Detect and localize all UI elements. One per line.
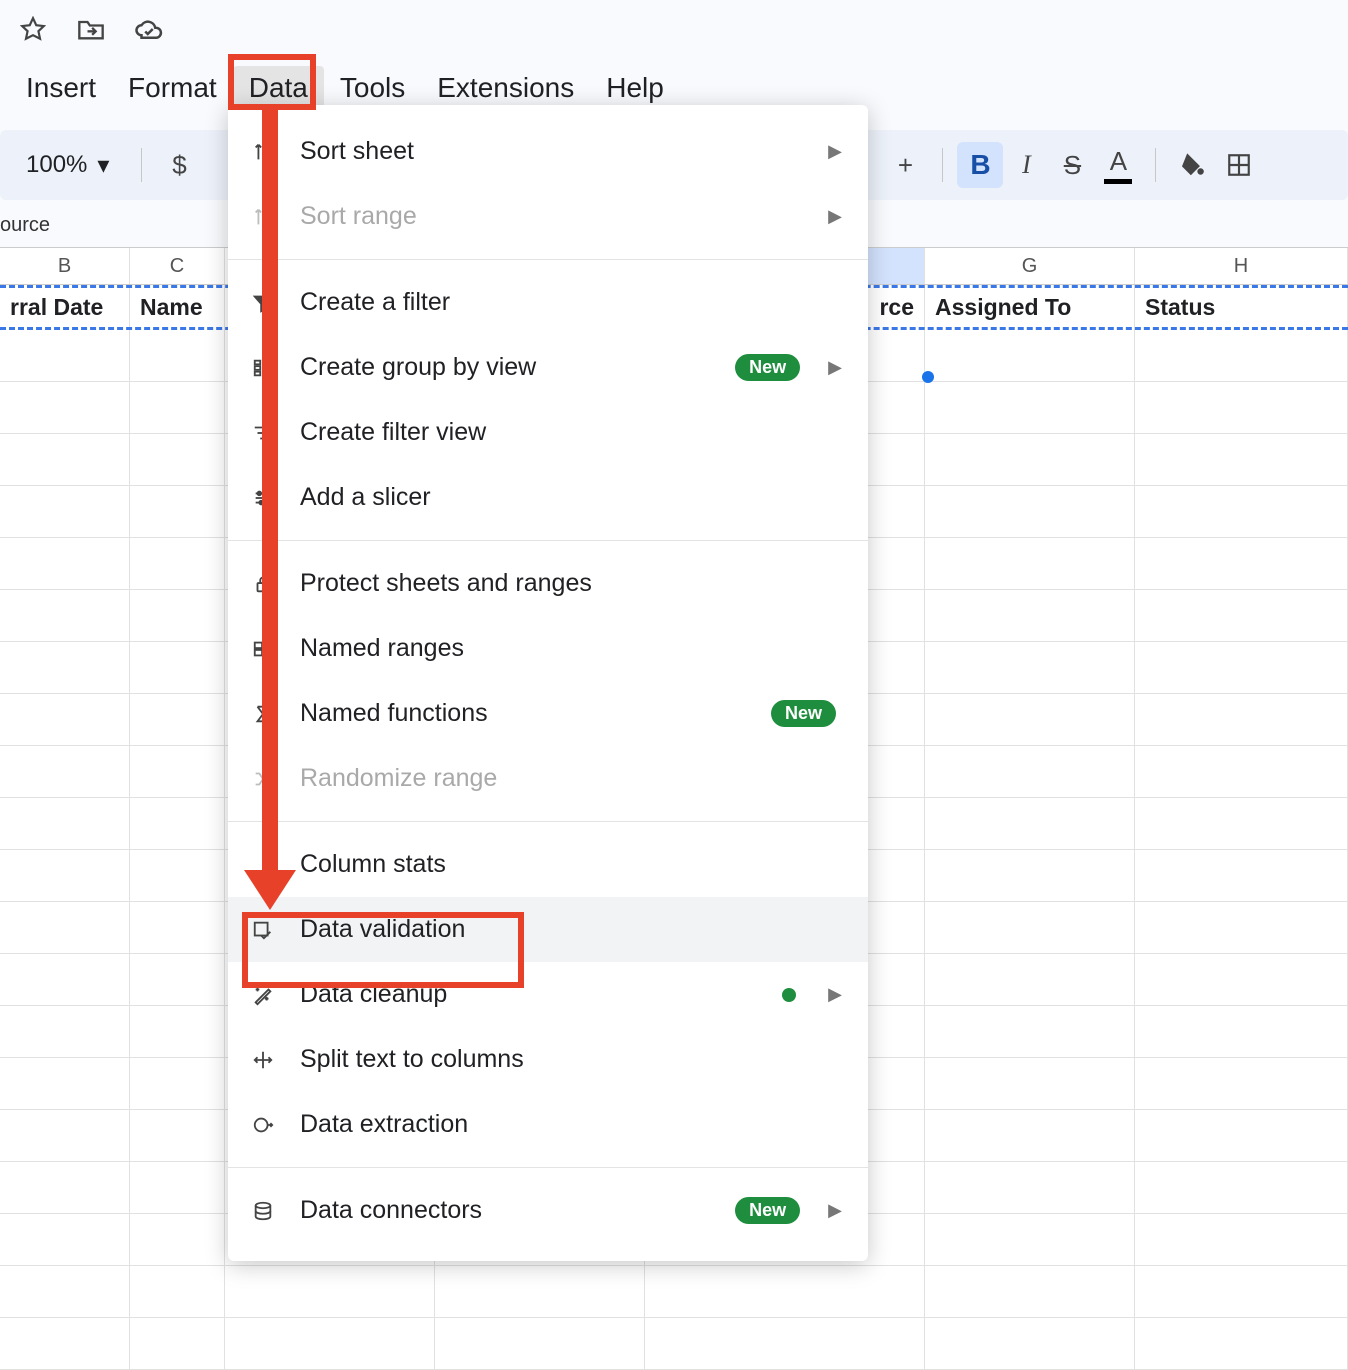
- new-badge: New: [735, 1197, 800, 1224]
- move-to-folder-icon[interactable]: [76, 14, 106, 44]
- menu-data-cleanup[interactable]: Data cleanup ▶: [228, 962, 868, 1027]
- menu-named-ranges[interactable]: Named ranges: [228, 616, 868, 681]
- separator: [141, 148, 142, 182]
- filter-icon: [248, 292, 278, 314]
- label: Data connectors: [300, 1196, 713, 1225]
- sort-sheet-icon: [248, 141, 278, 163]
- label: Randomize range: [300, 764, 842, 793]
- menu-split-text[interactable]: Split text to columns: [228, 1027, 868, 1092]
- titlebar-icons: [0, 0, 1348, 50]
- database-icon: [248, 1200, 278, 1222]
- separator: [228, 1167, 868, 1168]
- menu-column-stats[interactable]: Column stats: [228, 832, 868, 897]
- menu-sort-range: Sort range ▶: [228, 184, 868, 249]
- label: Named functions: [300, 699, 749, 728]
- menu-create-filter[interactable]: Create a filter: [228, 270, 868, 335]
- data-validation-icon: [248, 919, 278, 941]
- menu-protect[interactable]: Protect sheets and ranges: [228, 551, 868, 616]
- filter-view-icon: [248, 422, 278, 444]
- fill-color-button[interactable]: [1170, 142, 1216, 188]
- label: Create a filter: [300, 288, 842, 317]
- text-color-swatch: [1104, 179, 1132, 184]
- wand-icon: [248, 984, 278, 1006]
- separator: [228, 259, 868, 260]
- named-ranges-icon: [248, 638, 278, 660]
- col-header-B[interactable]: B: [0, 248, 130, 284]
- randomize-icon: [248, 768, 278, 790]
- label: Split text to columns: [300, 1045, 842, 1074]
- menu-sort-sheet[interactable]: Sort sheet ▶: [228, 119, 868, 184]
- menu-data-extraction[interactable]: Data extraction: [228, 1092, 868, 1157]
- status-dot: [782, 988, 796, 1002]
- menu-data-connectors[interactable]: Data connectors New ▶: [228, 1178, 868, 1243]
- separator: [228, 540, 868, 541]
- submenu-arrow-icon: ▶: [828, 1200, 842, 1221]
- submenu-arrow-icon: ▶: [828, 141, 842, 162]
- label: Named ranges: [300, 634, 842, 663]
- borders-button[interactable]: [1216, 142, 1262, 188]
- chevron-down-icon: ▾: [97, 151, 109, 180]
- text-color-button[interactable]: A: [1095, 142, 1141, 188]
- label: Create filter view: [300, 418, 842, 447]
- data-menu-dropdown: Sort sheet ▶ Sort range ▶ Create a filte…: [228, 105, 868, 1261]
- menu-group-by-view[interactable]: Create group by view New ▶: [228, 335, 868, 400]
- group-by-icon: [248, 357, 278, 379]
- split-icon: [248, 1049, 278, 1071]
- submenu-arrow-icon: ▶: [828, 357, 842, 378]
- plus-button[interactable]: +: [882, 142, 928, 188]
- menu-extensions[interactable]: Extensions: [421, 66, 590, 110]
- header-cell-referral-date[interactable]: rral Date: [0, 285, 130, 330]
- label: Column stats: [300, 850, 842, 879]
- star-icon[interactable]: [18, 14, 48, 44]
- label: Add a slicer: [300, 483, 842, 512]
- submenu-arrow-icon: ▶: [828, 206, 842, 227]
- submenu-arrow-icon: ▶: [828, 984, 842, 1005]
- col-header-H[interactable]: H: [1135, 248, 1348, 284]
- slicer-icon: [248, 487, 278, 509]
- menu-data[interactable]: Data: [233, 66, 324, 110]
- label: Data validation: [300, 915, 842, 944]
- currency-button[interactable]: $: [156, 142, 202, 188]
- new-badge: New: [771, 700, 836, 727]
- header-cell-name[interactable]: Name: [130, 285, 225, 330]
- separator: [228, 821, 868, 822]
- sort-range-icon: [248, 206, 278, 228]
- menu-insert[interactable]: Insert: [10, 66, 112, 110]
- menu-help[interactable]: Help: [590, 66, 680, 110]
- menu-filter-view[interactable]: Create filter view: [228, 400, 868, 465]
- header-cell-assigned-to[interactable]: Assigned To: [925, 285, 1135, 330]
- new-badge: New: [735, 354, 800, 381]
- label: Data extraction: [300, 1110, 842, 1139]
- strikethrough-button[interactable]: S: [1049, 142, 1095, 188]
- lock-icon: [248, 573, 278, 595]
- label: Sort range: [300, 202, 806, 231]
- header-cell-status[interactable]: Status: [1135, 285, 1348, 330]
- col-header-G[interactable]: G: [925, 248, 1135, 284]
- label: Create group by view: [300, 353, 713, 382]
- italic-button[interactable]: I: [1003, 142, 1049, 188]
- table-row[interactable]: [0, 1266, 1348, 1318]
- extraction-icon: [248, 1114, 278, 1136]
- text-color-letter: A: [1110, 146, 1127, 177]
- cloud-saved-icon[interactable]: [134, 14, 164, 44]
- zoom-value: 100%: [26, 151, 87, 179]
- table-row[interactable]: [0, 1318, 1348, 1370]
- menu-add-slicer[interactable]: Add a slicer: [228, 465, 868, 530]
- label: Data cleanup: [300, 980, 760, 1009]
- menu-format[interactable]: Format: [112, 66, 233, 110]
- menu-tools[interactable]: Tools: [324, 66, 421, 110]
- menu-named-functions[interactable]: Named functions New: [228, 681, 868, 746]
- col-header-C[interactable]: C: [130, 248, 225, 284]
- label: Sort sheet: [300, 137, 806, 166]
- sigma-icon: [248, 703, 278, 725]
- label: Protect sheets and ranges: [300, 569, 842, 598]
- menu-data-validation[interactable]: Data validation: [228, 897, 868, 962]
- selection-handle[interactable]: [922, 371, 934, 383]
- zoom-select[interactable]: 100% ▾: [8, 151, 127, 180]
- separator: [1155, 148, 1156, 182]
- menu-randomize: Randomize range: [228, 746, 868, 811]
- bold-button[interactable]: B: [957, 142, 1003, 188]
- separator: [942, 148, 943, 182]
